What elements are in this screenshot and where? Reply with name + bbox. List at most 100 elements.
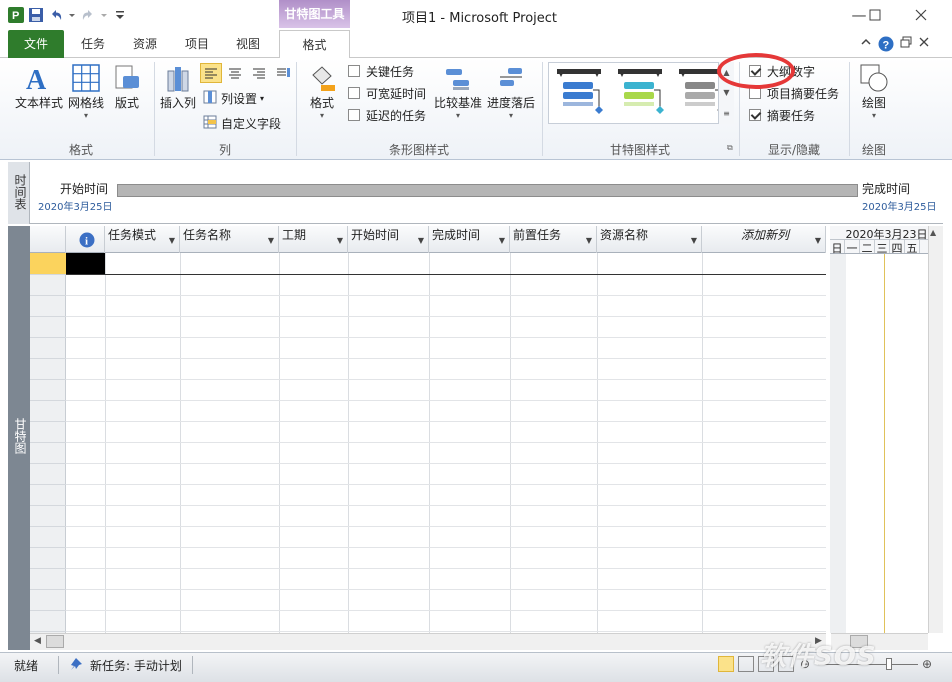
maximize-icon[interactable] [860,4,890,26]
zoom-thumb[interactable] [886,658,892,670]
slippage-icon [496,62,526,94]
col-header-predecessors[interactable]: 前置任务 ▼ [510,226,597,253]
col-header-task-name[interactable]: 任务名称 ▼ [180,226,279,253]
col-header-label: 任务名称 [183,228,232,242]
minimize-ribbon-icon[interactable] [860,36,872,55]
gantt-view-icon[interactable] [718,656,734,672]
alignment-buttons [200,63,294,83]
row-header-line [30,463,66,464]
align-center-icon[interactable] [224,63,246,83]
undo-dropdown-icon[interactable] [68,7,76,23]
drawing-shapes-icon [859,62,889,94]
task-grid[interactable] [30,226,826,633]
grid-line [702,253,703,633]
select-all-cell[interactable] [30,226,66,253]
wrap-text-icon[interactable] [272,63,294,83]
restore-window-icon[interactable] [900,36,912,55]
save-icon[interactable] [28,7,44,23]
timeline-bar[interactable] [117,184,858,197]
layout-button[interactable]: 版式 [108,62,146,111]
dialog-launcher-icon[interactable]: ⧉ [727,143,733,153]
group-label-columns: 列 [218,143,231,157]
gridlines-label: 网格线 [67,96,104,110]
col-header-add-new[interactable]: 添加新列 ▼ [702,226,826,253]
col-header-start[interactable]: 开始时间 ▼ [348,226,429,253]
critical-tasks-check-icon [348,65,360,77]
redo-dropdown-icon[interactable] [100,7,108,23]
zoom-in-icon[interactable]: ⊕ [922,657,932,671]
scroll-up-icon[interactable]: ▲ [930,228,936,237]
gallery-down-icon[interactable]: ▼ [723,88,729,97]
custom-fields-button[interactable]: 自定义字段 [203,113,281,133]
project-summary-label: 项目摘要任务 [767,86,840,101]
day-header: 五 [905,240,920,255]
day-header: 三 [875,240,890,255]
col-header-duration[interactable]: 工期 ▼ [279,226,348,253]
redo-icon[interactable] [80,7,96,23]
summary-tasks-checkbox[interactable]: 摘要任务 [749,105,815,125]
column-settings-button[interactable]: 列设置 ▾ [203,88,264,108]
slippage-dropdown-icon: ▾ [508,111,513,120]
drawing-button[interactable]: 绘图 ▾ [854,62,894,120]
customize-qat-icon[interactable] [112,7,128,23]
slippage-button[interactable]: 进度落后 ▾ [486,62,536,120]
baseline-button[interactable]: 比较基准 ▾ [432,62,484,120]
slack-label: 可宽延时间 [366,86,427,101]
text-styles-button[interactable]: A 文本样式 [12,62,66,111]
selected-cell[interactable] [66,253,105,274]
row-header-line [30,442,66,443]
slack-checkbox[interactable]: 可宽延时间 [348,83,426,103]
timeline-start-label: 开始时间 [60,182,109,196]
row-header-line [30,337,66,338]
col-header-task-mode[interactable]: 任务模式 ▼ [105,226,180,253]
gallery-more-icon[interactable]: ≡ [723,109,730,118]
row-line [66,568,826,569]
task-usage-view-icon[interactable] [738,656,754,672]
format-bar-button[interactable]: 格式 ▾ [302,62,342,120]
gridlines-button[interactable]: 网格线 ▾ [66,62,106,120]
status-new-tasks[interactable]: 新任务: 手动计划 [90,657,182,674]
horizontal-scrollbar[interactable] [30,633,826,650]
tab-project[interactable]: 项目 [178,30,216,58]
timeline-finish-date: 2020年3月25日 [862,202,937,213]
close-icon[interactable] [906,4,936,26]
tab-task[interactable]: 任务 [74,30,112,58]
svg-text:?: ? [883,40,890,52]
scroll-left-icon[interactable]: ◀ [34,636,41,646]
row-line-strong [66,274,826,275]
group-label-gantt-styles: 甘特图样式 [609,143,670,157]
late-tasks-checkbox[interactable]: 延迟的任务 [348,105,426,125]
column-settings-dropdown-icon: ▾ [260,93,265,103]
tab-view[interactable]: 视图 [229,30,267,58]
row-line [66,358,826,359]
row-line [66,526,826,527]
row-line [66,463,826,464]
close-window-icon[interactable] [918,36,930,55]
gantt-style-green-icon[interactable] [616,65,666,122]
insert-column-button[interactable]: 插入列 [158,62,198,111]
summary-tasks-check-icon [749,109,761,121]
row-header-line [30,505,66,506]
critical-tasks-checkbox[interactable]: 关键任务 [348,61,414,81]
grid-line [105,253,106,633]
indicators-column-header[interactable]: i [66,226,105,253]
critical-tasks-label: 关键任务 [366,64,415,79]
gantt-chart-area[interactable] [830,226,943,633]
col-header-finish[interactable]: 完成时间 ▼ [429,226,510,253]
tab-file[interactable]: 文件 [8,30,64,58]
tab-format[interactable]: 格式 [279,30,350,59]
align-right-icon[interactable] [248,63,270,83]
scroll-thumb[interactable] [46,635,64,648]
group-label-format: 格式 [68,143,93,157]
vertical-scrollbar[interactable] [928,226,943,633]
col-header-resource-names[interactable]: 资源名称 ▼ [597,226,702,253]
align-left-icon[interactable] [200,63,222,83]
help-icon[interactable]: ? [878,36,894,55]
row-header-selected[interactable] [30,253,66,274]
gantt-style-blue-icon[interactable] [555,65,605,122]
group-label-bar-styles: 条形图样式 [388,143,449,157]
project-app-icon[interactable]: P [8,7,24,23]
undo-icon[interactable] [48,7,64,23]
tab-resource[interactable]: 资源 [126,30,164,58]
drawing-label: 绘图 [861,96,886,110]
